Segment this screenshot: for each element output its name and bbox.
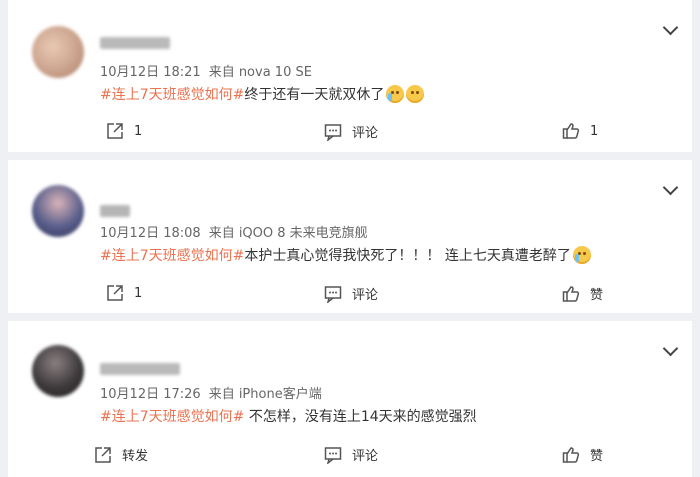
- like-button[interactable]: 赞: [562, 445, 603, 464]
- post-timestamp[interactable]: 10月12日 17:26: [100, 387, 201, 402]
- chevron-down-icon[interactable]: [662, 340, 679, 357]
- thumbs-up-icon: [562, 446, 580, 463]
- repost-button[interactable]: 1: [106, 284, 142, 302]
- grin-face-icon: [406, 85, 425, 103]
- chevron-down-icon[interactable]: [662, 179, 679, 196]
- post-meta: 10月12日 17:26 来自 iPhone客户端: [100, 383, 322, 402]
- comment-label: 评论: [352, 449, 379, 464]
- repost-button[interactable]: 1: [106, 122, 142, 140]
- repost-count: 1: [134, 123, 143, 139]
- chevron-down-icon[interactable]: [662, 19, 679, 36]
- repost-icon: [107, 285, 123, 301]
- topic-link[interactable]: #连上7天班感觉如何#: [100, 248, 244, 264]
- comment-button[interactable]: 评论: [324, 284, 378, 303]
- repost-icon: [95, 446, 111, 463]
- comment-label: 评论: [352, 288, 379, 303]
- post-text: 终于还有一天就双休了: [244, 87, 385, 103]
- username-blurred[interactable]: [100, 205, 130, 217]
- post-card: 10月12日 17:26 来自 iPhone客户端 #连上7天班感觉如何# 不怎样…: [8, 321, 692, 477]
- username-blurred[interactable]: [100, 363, 180, 375]
- crying-face-icon: [386, 85, 405, 103]
- repost-button[interactable]: 转发: [94, 445, 148, 464]
- post-card: 10月12日 18:21 来自 nova 10 SE #连上7天班感觉如何#终于还…: [8, 0, 692, 152]
- post-source: 来自 iPhone客户端: [208, 387, 322, 402]
- like-label: 赞: [590, 449, 604, 464]
- repost-icon: [107, 123, 123, 139]
- post-source: 来自 nova 10 SE: [208, 65, 312, 80]
- post-text: 不怎样，没有连上14天来的感觉强烈: [244, 409, 477, 425]
- post-card: 10月12日 18:08 来自 iQOO 8 未来电竞旗舰 #连上7天班感觉如何#…: [8, 160, 692, 313]
- post-content: #连上7天班感觉如何#终于还有一天就双休了: [100, 84, 425, 104]
- like-count: 1: [590, 123, 599, 139]
- post-timestamp[interactable]: 10月12日 18:08: [100, 226, 201, 241]
- username-blurred[interactable]: [100, 37, 170, 49]
- comment-icon: [324, 285, 342, 303]
- like-button[interactable]: 赞: [562, 284, 603, 303]
- post-timestamp[interactable]: 10月12日 18:21: [100, 65, 201, 80]
- like-button[interactable]: 1: [562, 122, 598, 140]
- comment-button[interactable]: 评论: [324, 445, 378, 464]
- post-meta: 10月12日 18:21 来自 nova 10 SE: [100, 61, 312, 80]
- post-source: 来自 iQOO 8 未来电竞旗舰: [208, 226, 368, 241]
- repost-label: 转发: [122, 449, 149, 464]
- comment-label: 评论: [352, 126, 379, 141]
- repost-count: 1: [134, 285, 143, 301]
- like-label: 赞: [590, 288, 604, 303]
- thumbs-up-icon: [562, 123, 580, 139]
- avatar[interactable]: [32, 26, 84, 78]
- comment-icon: [324, 123, 342, 141]
- post-meta: 10月12日 18:08 来自 iQOO 8 未来电竞旗舰: [100, 222, 368, 241]
- topic-link[interactable]: #连上7天班感觉如何#: [100, 87, 244, 103]
- comment-icon: [324, 446, 342, 464]
- post-content: #连上7天班感觉如何#本护士真心觉得我快死了！！！ 连上七天真遭老醉了: [100, 245, 591, 265]
- post-content: #连上7天班感觉如何# 不怎样，没有连上14天来的感觉强烈: [100, 406, 477, 426]
- avatar[interactable]: [32, 185, 84, 237]
- comment-button[interactable]: 评论: [324, 122, 378, 141]
- crying-face-icon: [572, 246, 591, 264]
- topic-link[interactable]: #连上7天班感觉如何#: [100, 409, 244, 425]
- avatar[interactable]: [32, 345, 84, 397]
- post-text: 本护士真心觉得我快死了！！！ 连上七天真遭老醉了: [244, 248, 571, 264]
- thumbs-up-icon: [562, 285, 580, 302]
